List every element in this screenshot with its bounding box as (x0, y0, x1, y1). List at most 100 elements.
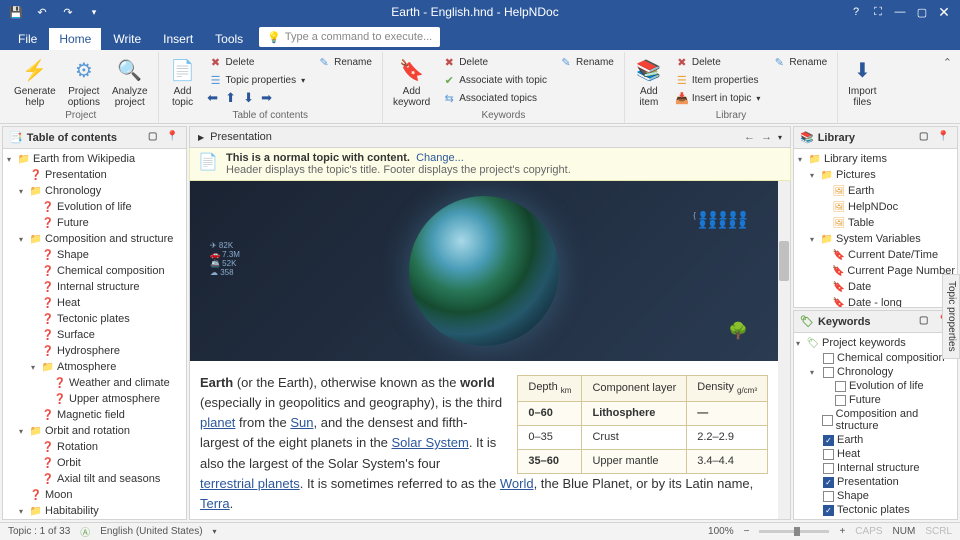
toc-item[interactable]: ▾📁Composition and structure (3, 231, 186, 247)
add-item-button[interactable]: 📚Additem (631, 54, 667, 110)
maximize-icon[interactable]: ▢ (912, 2, 932, 22)
library-item[interactable]: 🔖Current Page Number (794, 263, 957, 279)
library-item[interactable]: 🔖Date - long (794, 295, 957, 307)
move-up-icon[interactable]: ⬆ (223, 90, 239, 106)
toc-item[interactable]: ❓Weather and climate (3, 375, 186, 391)
panel-maximize-icon[interactable]: ▢ (919, 131, 933, 145)
lib-rename-button[interactable]: ✎Rename (768, 54, 831, 71)
article-body[interactable]: Earth (or the Earth), otherwise known as… (190, 361, 778, 519)
keyword-item[interactable]: Shape (794, 489, 957, 503)
kw-assoc-button[interactable]: ✔Associate with topic (438, 72, 551, 89)
keyword-item[interactable]: Chemical composition (794, 351, 957, 365)
kw-delete-button[interactable]: ✖Delete (438, 54, 551, 71)
tab-home[interactable]: Home (49, 28, 101, 50)
toc-item[interactable]: ▾📁Habitability (3, 503, 186, 519)
keywords-root[interactable]: ▾🏷Project keywords (794, 335, 957, 351)
generate-help-button[interactable]: ⚡Generatehelp (10, 54, 60, 110)
toc-item[interactable]: ❓Orbit (3, 455, 186, 471)
link-planet[interactable]: planet (200, 415, 235, 430)
keyword-item[interactable]: Internal structure (794, 461, 957, 475)
keyword-item[interactable]: Evolution of life (794, 379, 957, 393)
toc-item[interactable]: ❓Shape (3, 247, 186, 263)
nav-prev-icon[interactable]: ← (744, 131, 755, 143)
keyword-item[interactable]: ▾Chronology (794, 365, 957, 379)
editor-scrollbar[interactable] (778, 181, 790, 519)
kw-rename-button[interactable]: ✎Rename (555, 54, 618, 71)
fullscreen-icon[interactable]: ⛶ (868, 2, 888, 22)
collapse-ribbon-icon[interactable]: ⌃ (939, 52, 956, 123)
close-icon[interactable]: ✕ (934, 2, 954, 22)
tab-tools[interactable]: Tools (205, 28, 253, 50)
breadcrumb[interactable]: Presentation (210, 131, 272, 143)
tab-file[interactable]: File (8, 28, 47, 50)
toc-tree[interactable]: ▾📁Earth from Wikipedia❓Presentation▾📁Chr… (3, 149, 186, 519)
library-item[interactable]: ▾📁System Variables (794, 231, 957, 247)
tab-write[interactable]: Write (103, 28, 151, 50)
library-item[interactable]: 🖼HelpNDoc (794, 199, 957, 215)
toc-item[interactable]: ❓Heat (3, 295, 186, 311)
library-item[interactable]: ▾📁Pictures (794, 167, 957, 183)
keyword-item[interactable]: ✓Presentation (794, 475, 957, 489)
link-terrestrial[interactable]: terrestrial planets (200, 476, 300, 491)
move-left-icon[interactable]: ⬅ (205, 90, 221, 106)
toc-item[interactable]: ❓Hydrosphere (3, 343, 186, 359)
toc-item[interactable]: ❓Moon (3, 487, 186, 503)
content-editor[interactable]: ✈ 82K🚗 7.3M🚢 52K☁ 358 { 👤👤👤👤👤 👤👤👤👤👤 🌳 Ea… (189, 181, 791, 520)
toc-item[interactable]: ▾📁Earth from Wikipedia (3, 151, 186, 167)
toc-item[interactable]: ❓Upper atmosphere (3, 391, 186, 407)
add-keyword-button[interactable]: 🔖Addkeyword (389, 54, 434, 110)
toc-rename-button[interactable]: ✎Rename (313, 54, 376, 71)
link-terra[interactable]: Terra (200, 496, 230, 511)
undo-icon[interactable]: ↶ (32, 2, 52, 22)
toc-item[interactable]: ❓Evolution of life (3, 199, 186, 215)
analyze-project-button[interactable]: 🔍Analyzeproject (108, 54, 152, 110)
topic-change-link[interactable]: Change... (416, 152, 464, 164)
toc-item[interactable]: ❓Chemical composition (3, 263, 186, 279)
library-item[interactable]: ▾📁Library items (794, 151, 957, 167)
status-language[interactable]: English (United States) (100, 526, 202, 537)
keyword-item[interactable]: ✓Earth (794, 433, 957, 447)
link-solar-system[interactable]: Solar System (392, 435, 469, 450)
lib-insert-button[interactable]: 📥Insert in topic▾ (671, 90, 765, 107)
zoom-out-icon[interactable]: − (744, 526, 750, 537)
status-zoom[interactable]: 100% (708, 526, 734, 537)
library-item[interactable]: 🖼Earth (794, 183, 957, 199)
library-item[interactable]: 🖼Table (794, 215, 957, 231)
tell-me-search[interactable]: 💡 Type a command to execute... (259, 27, 440, 47)
toc-item[interactable]: ❓Internal structure (3, 279, 186, 295)
panel-maximize-icon[interactable]: ▢ (919, 315, 933, 329)
keywords-tree[interactable]: ▾🏷Project keywordsChemical composition▾C… (794, 333, 957, 519)
project-options-button[interactable]: ⚙Projectoptions (64, 54, 104, 110)
keyword-item[interactable]: ✓Tectonic plates (794, 503, 957, 517)
library-item[interactable]: 🔖Date (794, 279, 957, 295)
toc-item[interactable]: ▾📁Orbit and rotation (3, 423, 186, 439)
toc-item[interactable]: ▾📁Chronology (3, 183, 186, 199)
keyword-item[interactable]: Composition and structure (794, 407, 957, 433)
toc-item[interactable]: ❓Presentation (3, 167, 186, 183)
link-world[interactable]: World (500, 476, 534, 491)
toc-item[interactable]: ❓Magnetic field (3, 407, 186, 423)
lib-props-button[interactable]: ☰Item properties (671, 72, 765, 89)
nav-next-icon[interactable]: → (761, 131, 772, 143)
toc-item[interactable]: ▾📁Atmosphere (3, 359, 186, 375)
keyword-item[interactable]: Future (794, 393, 957, 407)
link-sun[interactable]: Sun (290, 415, 313, 430)
toc-delete-button[interactable]: ✖Delete (205, 54, 310, 71)
add-topic-button[interactable]: 📄Addtopic (165, 54, 201, 110)
toc-item[interactable]: ❓Tectonic plates (3, 311, 186, 327)
toc-item[interactable]: ❓Rotation (3, 439, 186, 455)
tab-insert[interactable]: Insert (153, 28, 203, 50)
panel-pin-icon[interactable]: 📍 (166, 131, 180, 145)
import-files-button[interactable]: ⬇Importfiles (844, 54, 880, 110)
toc-item[interactable]: ❓Future (3, 215, 186, 231)
redo-icon[interactable]: ↷ (58, 2, 78, 22)
panel-pin-icon[interactable]: 📍 (937, 131, 951, 145)
crumb-more-icon[interactable]: ▾ (778, 133, 782, 142)
save-icon[interactable]: 💾 (6, 2, 26, 22)
toc-item[interactable]: ❓Surface (3, 327, 186, 343)
move-down-icon[interactable]: ⬇ (241, 90, 257, 106)
zoom-in-icon[interactable]: + (839, 526, 845, 537)
help-icon[interactable]: ? (846, 2, 866, 22)
kw-assoclist-button[interactable]: ⇆Associated topics (438, 90, 551, 107)
toc-item[interactable]: ❓Axial tilt and seasons (3, 471, 186, 487)
